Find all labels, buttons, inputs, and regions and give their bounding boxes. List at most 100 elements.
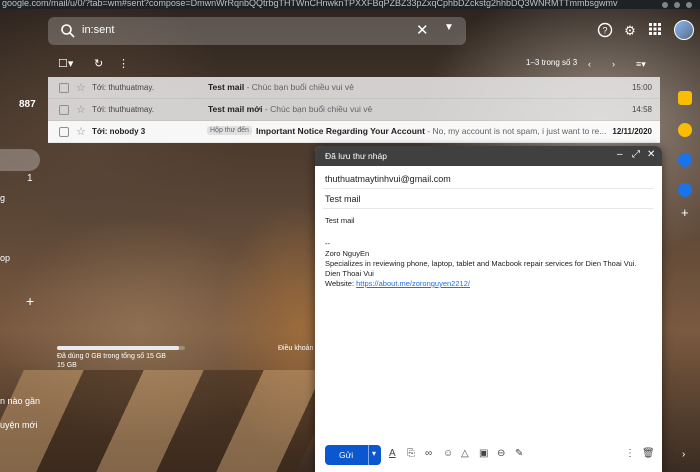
snippet: - Chúc bạn buổi chiều vui vẻ xyxy=(246,82,354,92)
tasks-icon[interactable] xyxy=(678,153,692,167)
subject-line: Important Notice Regarding Your Account … xyxy=(256,126,606,136)
policy-link[interactable]: Điều khoản xyxy=(278,345,313,352)
recipient: Tới: nobody 3 xyxy=(92,127,146,136)
send-label: Gửi xyxy=(339,450,354,460)
apps-icon[interactable] xyxy=(646,22,664,40)
storage-text: Đã dùng 0 GB trong tổng số 15 GB xyxy=(57,353,166,360)
chat-item-fragment[interactable]: uyện mới xyxy=(0,420,37,430)
subject: Test mail xyxy=(208,82,245,92)
chevron-right-icon[interactable]: › xyxy=(612,59,615,69)
input-tools-icon[interactable]: ≡▾ xyxy=(636,59,646,70)
website-label: Website: xyxy=(325,279,357,288)
browser-url-bar[interactable]: google.com/mail/u/0/?tab=wm#sent?compose… xyxy=(0,0,700,9)
subject-field[interactable]: Test mail xyxy=(325,194,361,204)
date: 15:00 xyxy=(631,83,652,92)
signature-separator: -- xyxy=(325,239,330,248)
storage-total: 15 GB xyxy=(57,362,77,369)
sidebar-item-fragment[interactable]: g xyxy=(0,193,5,203)
subject: Test mail mới xyxy=(208,104,263,114)
star-icon[interactable]: ☆ xyxy=(76,81,86,94)
mail-list: ☆ Tới: thuthuatmay. Test mail - Chúc bạn… xyxy=(48,77,660,143)
confidential-icon[interactable]: ⊖ xyxy=(497,448,505,459)
snippet: - Chúc bạn buổi chiều vui vẻ xyxy=(264,104,373,114)
side-panel-rail: + › xyxy=(672,77,700,472)
search-input[interactable]: in:sent xyxy=(82,24,114,36)
schedule-send-icon[interactable]: ▾ xyxy=(372,449,376,458)
message-body[interactable]: Test mail -- Zoro NguyEn Specializes in … xyxy=(325,216,636,289)
storage-bar-fill xyxy=(57,346,179,350)
trash-icon[interactable]: 🗑 xyxy=(642,448,655,459)
add-addon-icon[interactable]: + xyxy=(681,205,689,220)
signature-name: Zoro NguyEn xyxy=(325,249,370,258)
compose-footer: Gửi ▾ A ⎘ ∞ ☺ △ ▣ ⊖ ✎ ⋮ 🗑 xyxy=(315,442,662,472)
signature-line: Dien Thoai Vui xyxy=(325,269,374,278)
compose-header[interactable]: Đã lưu thư nháp – ⤢ ✕ xyxy=(315,146,662,166)
table-row[interactable]: ☆ Tới: thuthuatmay. Test mail - Chúc bạn… xyxy=(48,77,660,99)
mail-toolbar: ☐▾ ↻ ⋮ 1–3 trong số 3 ‹ › ≡▾ xyxy=(48,53,660,77)
url-text: google.com/mail/u/0/?tab=wm#sent?compose… xyxy=(2,0,618,8)
chevron-left-icon[interactable]: ‹ xyxy=(588,59,591,69)
recipient: Tới: thuthuatmay. xyxy=(92,105,155,114)
refresh-icon[interactable]: ↻ xyxy=(94,57,103,70)
divider xyxy=(323,188,654,189)
signature-website: Website: https://about.me/zoronguyen2212… xyxy=(325,279,636,289)
link-icon[interactable]: ∞ xyxy=(425,448,432,459)
chevron-right-icon[interactable]: › xyxy=(682,449,685,460)
keep-icon[interactable] xyxy=(678,123,692,137)
svg-text:?: ? xyxy=(602,26,607,36)
row-checkbox[interactable] xyxy=(59,127,69,137)
chess-board-background xyxy=(0,370,344,472)
compose-window: Đã lưu thư nháp – ⤢ ✕ thuthuatmaytinhvui… xyxy=(315,146,662,472)
row-checkbox[interactable] xyxy=(59,83,69,93)
expand-icon[interactable]: ⤢ xyxy=(632,149,640,160)
signature-line: Specializes in reviewing phone, laptop, … xyxy=(325,259,637,268)
photo-icon[interactable]: ▣ xyxy=(479,448,488,459)
star-icon[interactable]: ☆ xyxy=(76,125,86,138)
add-label-icon[interactable]: + xyxy=(26,293,34,309)
drive-icon[interactable]: △ xyxy=(461,448,469,459)
search-bar[interactable]: in:sent ✕ ▼ xyxy=(48,17,466,45)
select-all-checkbox[interactable]: ☐▾ xyxy=(58,57,73,70)
subject: Important Notice Regarding Your Account xyxy=(256,126,425,136)
help-icon[interactable]: ? xyxy=(596,22,614,40)
star-icon[interactable]: ☆ xyxy=(76,103,86,116)
date: 12/11/2020 xyxy=(612,127,652,136)
search-icon[interactable] xyxy=(60,23,76,39)
body-line: Test mail xyxy=(325,216,355,225)
calendar-icon[interactable] xyxy=(678,91,692,105)
minimize-icon[interactable]: – xyxy=(617,149,623,160)
sidebar-count: 1 xyxy=(27,173,33,184)
settings-icon[interactable]: ⚙ xyxy=(621,22,639,40)
attach-icon[interactable]: ⎘ xyxy=(407,448,415,459)
sidebar-item-sent[interactable] xyxy=(0,149,40,171)
browser-controls[interactable] xyxy=(656,0,696,8)
emoji-icon[interactable]: ☺ xyxy=(443,448,453,459)
search-options-icon[interactable]: ▼ xyxy=(444,22,454,33)
chat-item-fragment[interactable]: n nào gần xyxy=(0,396,40,406)
table-row[interactable]: ☆ Tới: nobody 3 Hộp thư đến Important No… xyxy=(48,121,660,143)
avatar[interactable] xyxy=(674,20,694,40)
subject-line: Test mail - Chúc bạn buổi chiều vui vẻ xyxy=(208,82,354,92)
more-options-icon[interactable]: ⋮ xyxy=(118,57,129,70)
subject-line: Test mail mới - Chúc bạn buổi chiều vui … xyxy=(208,104,372,114)
pagination-text: 1–3 trong số 3 xyxy=(526,58,578,67)
send-button[interactable]: Gửi ▾ xyxy=(325,445,381,465)
inbox-label-badge[interactable]: Hộp thư đến xyxy=(207,126,252,135)
recipient: Tới: thuthuatmay. xyxy=(92,83,155,92)
close-icon[interactable]: ✕ xyxy=(416,21,429,39)
gmail-header: in:sent ✕ ▼ ? ⚙ xyxy=(0,9,700,53)
table-row[interactable]: ☆ Tới: thuthuatmay. Test mail mới - Chúc… xyxy=(48,99,660,121)
sidebar: 887 1 g op + n nào gần uyện mới xyxy=(0,53,44,472)
signature-icon[interactable]: ✎ xyxy=(515,448,523,459)
divider xyxy=(368,445,369,465)
recipient-field[interactable]: thuthuatmaytinhvui@gmail.com xyxy=(325,174,451,184)
row-checkbox[interactable] xyxy=(59,105,69,115)
contacts-icon[interactable] xyxy=(678,183,692,197)
snippet: - No, my account is not spam, i just wan… xyxy=(427,126,607,136)
compose-title: Đã lưu thư nháp xyxy=(325,151,387,161)
sidebar-item-fragment[interactable]: op xyxy=(0,253,10,263)
formatting-icon[interactable]: A xyxy=(389,448,396,459)
close-icon[interactable]: ✕ xyxy=(647,149,655,160)
more-options-icon[interactable]: ⋮ xyxy=(625,448,635,459)
website-link[interactable]: https://about.me/zoronguyen2212/ xyxy=(356,279,470,288)
